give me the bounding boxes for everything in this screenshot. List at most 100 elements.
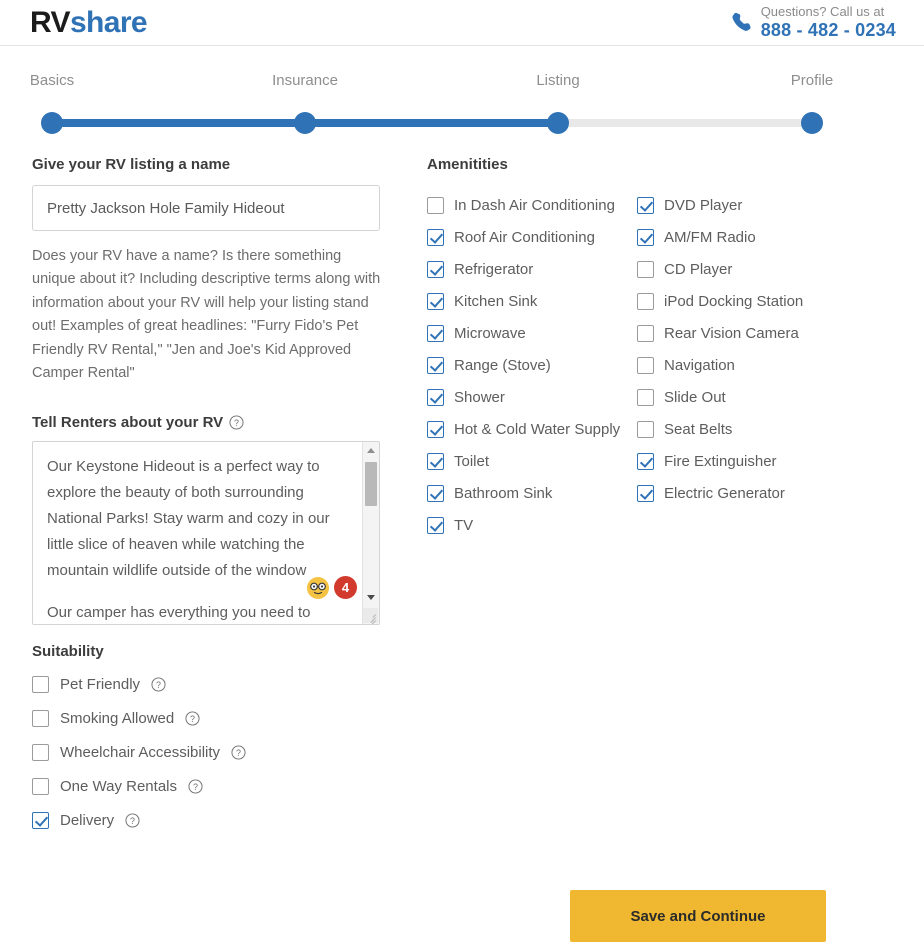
step-label-listing[interactable]: Listing — [536, 72, 579, 89]
checkbox-toilet[interactable] — [427, 452, 444, 470]
checkbox-hot-cold-water-supply[interactable] — [427, 420, 444, 438]
checkbox-rear-vision-camera[interactable] — [637, 324, 654, 342]
progress-step-labels: Basics Insurance Listing Profile — [0, 72, 924, 94]
logo-text-share: share — [69, 5, 148, 39]
checkbox-navigation[interactable] — [637, 356, 654, 374]
suitability-option-one-way-rentals[interactable]: One Way Rentals ? — [32, 770, 415, 804]
contact-phone-block[interactable]: Questions? Call us at 888 - 482 - 0234 — [730, 5, 896, 40]
progress-stepper: Basics Insurance Listing Profile — [0, 72, 924, 142]
amenity-rear-vision-camera[interactable]: Rear Vision Camera — [637, 317, 857, 349]
amenity-hot-cold-water-supply[interactable]: Hot & Cold Water Supply — [427, 413, 637, 445]
amenity-label-navigation: Navigation — [664, 356, 735, 374]
step-label-basics[interactable]: Basics — [30, 72, 74, 89]
scrollbar-down-arrow-icon[interactable] — [363, 590, 379, 606]
listing-name-title: Give your RV listing a name — [32, 156, 231, 173]
amenity-label-tv: TV — [454, 516, 474, 534]
amenity-label-refrigerator: Refrigerator — [454, 260, 534, 278]
amenity-shower[interactable]: Shower — [427, 381, 637, 413]
amenity-ipod-docking-station[interactable]: iPod Docking Station — [637, 285, 857, 317]
checkbox-range-stove[interactable] — [427, 356, 444, 374]
checkbox-seat-belts[interactable] — [637, 420, 654, 438]
progress-track-area — [0, 108, 924, 138]
checkbox-pet-friendly[interactable] — [32, 676, 49, 694]
checkbox-electric-generator[interactable] — [637, 484, 654, 502]
checkbox-one-way-rentals[interactable] — [32, 778, 49, 796]
amenity-toilet[interactable]: Toilet — [427, 445, 637, 477]
listing-name-helper-text: Does your RV have a name? Is there somet… — [32, 248, 381, 382]
checkbox-fire-extinguisher[interactable] — [637, 452, 654, 470]
amenity-cd-player[interactable]: CD Player — [637, 253, 857, 285]
question-circle-icon[interactable]: ? — [229, 415, 244, 430]
amenity-bathroom-sink[interactable]: Bathroom Sink — [427, 477, 637, 509]
step-label-profile[interactable]: Profile — [791, 72, 834, 89]
checkbox-delivery[interactable] — [32, 812, 49, 830]
svg-text:?: ? — [130, 816, 135, 826]
checkbox-ipod-docking-station[interactable] — [637, 292, 654, 310]
amenity-am-fm-radio[interactable]: AM/FM Radio — [637, 221, 857, 253]
amenity-label-bathroom-sink: Bathroom Sink — [454, 484, 553, 502]
amenity-slide-out[interactable]: Slide Out — [637, 381, 857, 413]
textarea-resize-grip[interactable] — [363, 607, 378, 624]
checkbox-tv[interactable] — [427, 516, 444, 534]
scrollbar-thumb[interactable] — [365, 461, 377, 506]
description-paragraph-1: Our Keystone Hideout is a perfect way to… — [47, 457, 330, 579]
save-and-continue-button[interactable]: Save and Continue — [570, 890, 826, 942]
checkbox-kitchen-sink[interactable] — [427, 292, 444, 310]
suitability-option-pet-friendly[interactable]: Pet Friendly ? — [32, 668, 415, 702]
amenities-column-1: In Dash Air Conditioning Roof Air Condit… — [427, 189, 637, 541]
question-circle-icon-delivery[interactable]: ? — [125, 813, 140, 828]
checkbox-smoking-allowed[interactable] — [32, 710, 49, 728]
amenity-label-hot-cold-water-supply: Hot & Cold Water Supply — [454, 420, 621, 438]
description-scrollbar[interactable] — [362, 441, 379, 624]
checkbox-am-fm-radio[interactable] — [637, 228, 654, 246]
amenity-navigation[interactable]: Navigation — [637, 349, 857, 381]
amenity-range-stove[interactable]: Range (Stove) — [427, 349, 637, 381]
amenity-microwave[interactable]: Microwave — [427, 317, 637, 349]
suitability-option-delivery[interactable]: Delivery ? — [32, 804, 415, 838]
step-label-insurance[interactable]: Insurance — [272, 72, 338, 89]
checkbox-bathroom-sink[interactable] — [427, 484, 444, 502]
suitability-option-wheelchair-accessibility[interactable]: Wheelchair Accessibility ? — [32, 736, 415, 770]
amenity-refrigerator[interactable]: Refrigerator — [427, 253, 637, 285]
question-circle-icon-pet-friendly[interactable]: ? — [151, 677, 166, 692]
amenity-seat-belts[interactable]: Seat Belts — [637, 413, 857, 445]
checkbox-refrigerator[interactable] — [427, 260, 444, 278]
checkbox-dvd-player[interactable] — [637, 196, 654, 214]
checkbox-slide-out[interactable] — [637, 388, 654, 406]
checkbox-cd-player[interactable] — [637, 260, 654, 278]
amenity-label-electric-generator: Electric Generator — [664, 484, 785, 502]
progress-dot-profile[interactable] — [801, 112, 823, 134]
progress-dot-insurance[interactable] — [294, 112, 316, 134]
amenity-in-dash-air-conditioning[interactable]: In Dash Air Conditioning — [427, 189, 637, 221]
checkbox-microwave[interactable] — [427, 324, 444, 342]
amenities-columns: In Dash Air Conditioning Roof Air Condit… — [427, 189, 924, 541]
question-circle-icon-smoking-allowed[interactable]: ? — [185, 711, 200, 726]
left-column: Give your RV listing a name Does your RV… — [0, 156, 415, 838]
amenity-kitchen-sink[interactable]: Kitchen Sink — [427, 285, 637, 317]
checkbox-roof-air-conditioning[interactable] — [427, 228, 444, 246]
right-column: Amenitities In Dash Air Conditioning Roo… — [415, 156, 924, 541]
progress-dot-basics[interactable] — [41, 112, 63, 134]
suitability-option-smoking-allowed[interactable]: Smoking Allowed ? — [32, 702, 415, 736]
rvshare-logo[interactable]: RVshare — [30, 5, 148, 39]
amenity-electric-generator[interactable]: Electric Generator — [637, 477, 857, 509]
progress-dot-listing[interactable] — [547, 112, 569, 134]
scrollbar-up-arrow-icon[interactable] — [363, 443, 379, 459]
amenity-tv[interactable]: TV — [427, 509, 637, 541]
listing-name-input[interactable] — [32, 185, 380, 231]
checkbox-in-dash-air-conditioning[interactable] — [427, 196, 444, 214]
grammar-assistant-badge[interactable]: 4 — [306, 576, 357, 600]
checkbox-wheelchair-accessibility[interactable] — [32, 744, 49, 762]
amenity-roof-air-conditioning[interactable]: Roof Air Conditioning — [427, 221, 637, 253]
svg-text:?: ? — [156, 680, 161, 690]
amenity-dvd-player[interactable]: DVD Player — [637, 189, 857, 221]
suitability-options-list: Pet Friendly ? Smoking Allowed ? Wheelch… — [32, 668, 415, 838]
phone-number[interactable]: 888 - 482 - 0234 — [761, 20, 896, 40]
amenity-label-kitchen-sink: Kitchen Sink — [454, 292, 538, 310]
amenity-fire-extinguisher[interactable]: Fire Extinguisher — [637, 445, 857, 477]
amenity-label-range-stove: Range (Stove) — [454, 356, 551, 374]
description-textarea[interactable]: Our Keystone Hideout is a perfect way to… — [32, 440, 380, 625]
question-circle-icon-wheelchair-accessibility[interactable]: ? — [231, 745, 246, 760]
question-circle-icon-one-way-rentals[interactable]: ? — [188, 779, 203, 794]
checkbox-shower[interactable] — [427, 388, 444, 406]
